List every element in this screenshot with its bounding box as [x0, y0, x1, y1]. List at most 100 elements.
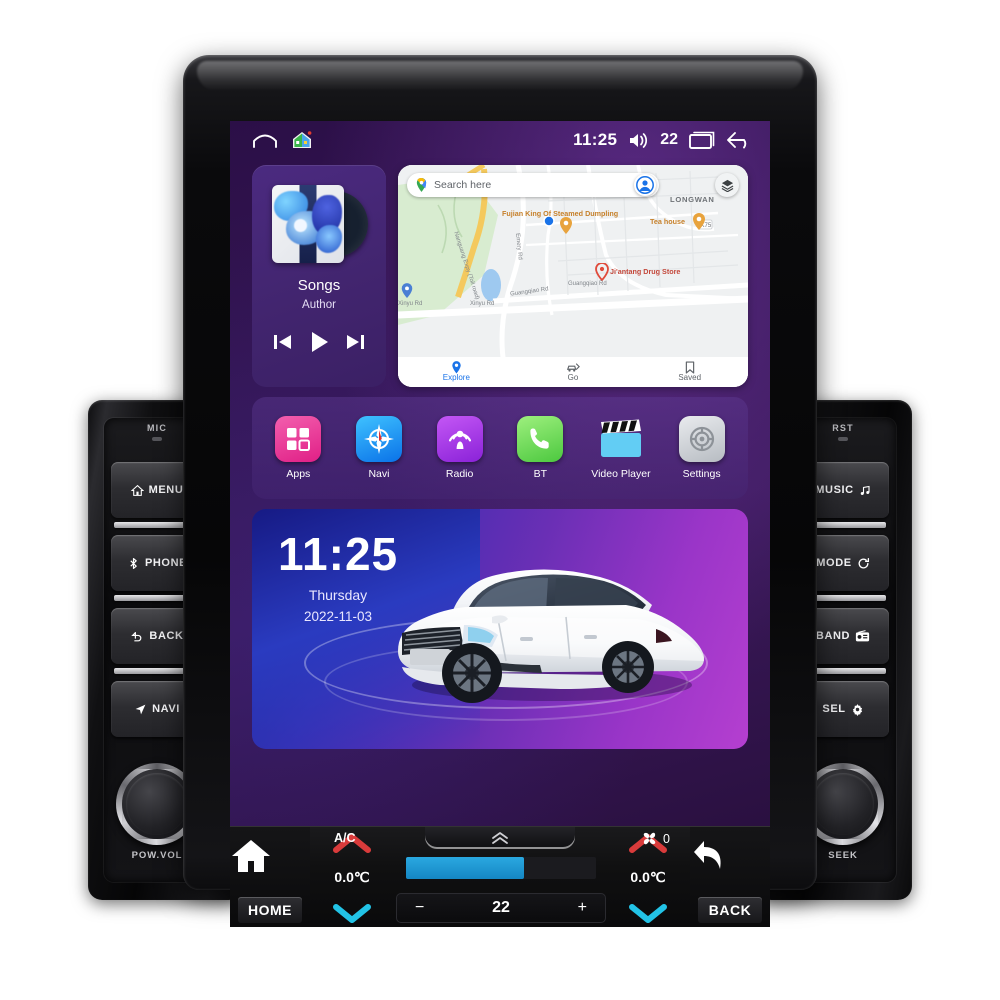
map-nav-saved[interactable]: Saved: [631, 361, 748, 383]
climate-volume-panel: 0.0℃ 0.0℃ A/C 0 − 22 +: [310, 827, 690, 927]
touchscreen[interactable]: 11:25 22 Songs Author K75 Fujian King Of…: [230, 121, 770, 826]
home-button[interactable]: HOME: [230, 827, 310, 927]
control-bar: HOME 0.0℃ 0.0℃ A/C 0 − 22 + BACK: [230, 826, 770, 927]
poi-marker-generic[interactable]: [400, 283, 414, 299]
widget-row: Songs Author K75 Fujian King Of Steamed …: [252, 165, 748, 387]
poi-marker-dumpling[interactable]: [558, 217, 574, 235]
poi-label-dumpling: Fujian King Of Steamed Dumpling: [502, 209, 619, 218]
map-nav-go[interactable]: Go: [515, 361, 632, 383]
clapperboard-icon: [598, 416, 644, 462]
home-icon: [130, 484, 144, 497]
music-title: Songs: [297, 277, 341, 294]
hw-button-music-label: MUSIC: [815, 484, 854, 496]
road-label-xinyu-1: Xinyu Rd: [470, 301, 495, 307]
app-bt-label: BT: [533, 468, 547, 480]
volume-progress-fill: [406, 857, 524, 879]
mic-hole-icon: [152, 437, 162, 441]
recents-icon[interactable]: [689, 131, 715, 149]
fan-speed-value: 0: [663, 831, 670, 846]
app-radio-label: Radio: [445, 468, 474, 480]
fan-speed-control[interactable]: 0: [641, 831, 670, 846]
radio-icon: [855, 630, 870, 642]
road-label-guangqiao-1: Guangqiao Rd: [568, 281, 607, 287]
hw-button-navi-label: NAVI: [152, 703, 180, 715]
app-radio[interactable]: Radio: [425, 416, 495, 480]
music-widget[interactable]: Songs Author: [252, 165, 386, 387]
ac-label: A/C: [334, 831, 356, 845]
grid-apps-icon: [275, 416, 322, 462]
app-navi[interactable]: Navi: [344, 416, 414, 480]
status-time: 11:25: [573, 130, 618, 149]
app-navi-label: Navi: [368, 468, 390, 480]
app-settings[interactable]: Settings: [667, 416, 737, 480]
music-artist: Author: [302, 299, 336, 311]
music-controls: [252, 330, 386, 354]
volume-plus-button[interactable]: +: [578, 899, 587, 917]
return-arrow-icon: [690, 837, 770, 875]
volume-minus-button[interactable]: −: [415, 899, 424, 917]
map-search-placeholder: Search here: [434, 179, 492, 191]
gear-icon: [851, 703, 864, 716]
circle-arrow-icon: [857, 557, 870, 570]
left-temperature-value: 0.0℃: [334, 869, 370, 885]
navigation-arrow-icon: [134, 703, 147, 716]
road-label-xinyu-2: Xinyu Rd: [398, 301, 423, 307]
phone-icon: [517, 416, 564, 462]
drawer-handle[interactable]: [425, 827, 575, 849]
clock-weekday: Thursday: [308, 587, 368, 603]
head-unit-body: 11:25 22 Songs Author K75 Fujian King Of…: [183, 55, 817, 927]
house-app-icon[interactable]: [292, 131, 312, 149]
map-bottom-nav: Explore Go Saved: [398, 357, 748, 387]
knob-face: [812, 773, 874, 835]
right-temperature-value: 0.0℃: [630, 869, 666, 885]
right-temp-down-button[interactable]: [628, 903, 668, 923]
volume-icon[interactable]: [628, 132, 649, 149]
poi-marker-teahouse[interactable]: [691, 213, 707, 231]
clock-time: 11:25: [278, 528, 399, 580]
home-button-label: HOME: [238, 897, 302, 923]
home-arc-icon[interactable]: [252, 132, 278, 148]
back-icon[interactable]: [726, 131, 752, 149]
screenshot-root: MIC MENU PHONE BACK NAVI POW.VOL RST MUS…: [0, 0, 1000, 1000]
poi-label-teahouse: Tea house: [650, 217, 686, 226]
volume-progress-bar[interactable]: [406, 857, 596, 879]
back-button[interactable]: BACK: [690, 827, 770, 927]
left-temp-down-button[interactable]: [332, 903, 372, 923]
app-apps[interactable]: Apps: [263, 416, 333, 480]
map-layers-icon[interactable]: [715, 173, 739, 197]
music-note-icon: [859, 484, 871, 497]
clock-car-card[interactable]: 11:25 Thursday 2022-11-03: [252, 509, 748, 749]
app-video-player[interactable]: Video Player: [586, 416, 656, 480]
hw-button-back-label: BACK: [149, 630, 184, 642]
maps-pin-icon: [415, 178, 428, 192]
status-bar: 11:25 22: [230, 121, 770, 159]
next-track-icon[interactable]: [344, 332, 366, 352]
status-bar-right: 11:25 22: [573, 130, 752, 150]
hw-button-menu-label: MENU: [148, 484, 184, 496]
hw-button-phone-label: PHONE: [144, 557, 188, 569]
map-search-bar[interactable]: Search here: [407, 173, 659, 197]
hw-button-mode-label: MODE: [816, 557, 852, 569]
map-widget[interactable]: K75 Fujian King Of Steamed Dumpling Tea …: [398, 165, 748, 387]
white-sedan-car-image: [398, 569, 705, 703]
reset-hole-icon: [838, 437, 848, 441]
previous-track-icon[interactable]: [272, 332, 294, 352]
app-video-player-label: Video Player: [591, 468, 651, 480]
gear-icon: [678, 416, 725, 462]
clock-date: 2022-11-03: [303, 609, 373, 624]
poi-label-drugstore: Ji'antang Drug Store: [610, 267, 681, 276]
map-canvas[interactable]: K75 Fujian King Of Steamed Dumpling Tea …: [398, 165, 748, 387]
account-avatar-icon[interactable]: [634, 174, 656, 196]
map-nav-explore-label: Explore: [442, 373, 470, 383]
double-chevron-up-icon: [490, 831, 510, 845]
knob-face: [126, 773, 188, 835]
bezel-highlight: [197, 61, 803, 91]
hw-button-sel-label: SEL: [822, 703, 846, 715]
map-nav-explore[interactable]: Explore: [398, 361, 515, 383]
volume-value: 22: [492, 899, 510, 916]
area-label-longwan: LONGWAN: [670, 195, 715, 204]
poi-marker-drugstore[interactable]: [594, 263, 610, 281]
app-bt[interactable]: BT: [505, 416, 575, 480]
play-icon[interactable]: [307, 330, 331, 354]
app-apps-label: Apps: [286, 468, 311, 480]
